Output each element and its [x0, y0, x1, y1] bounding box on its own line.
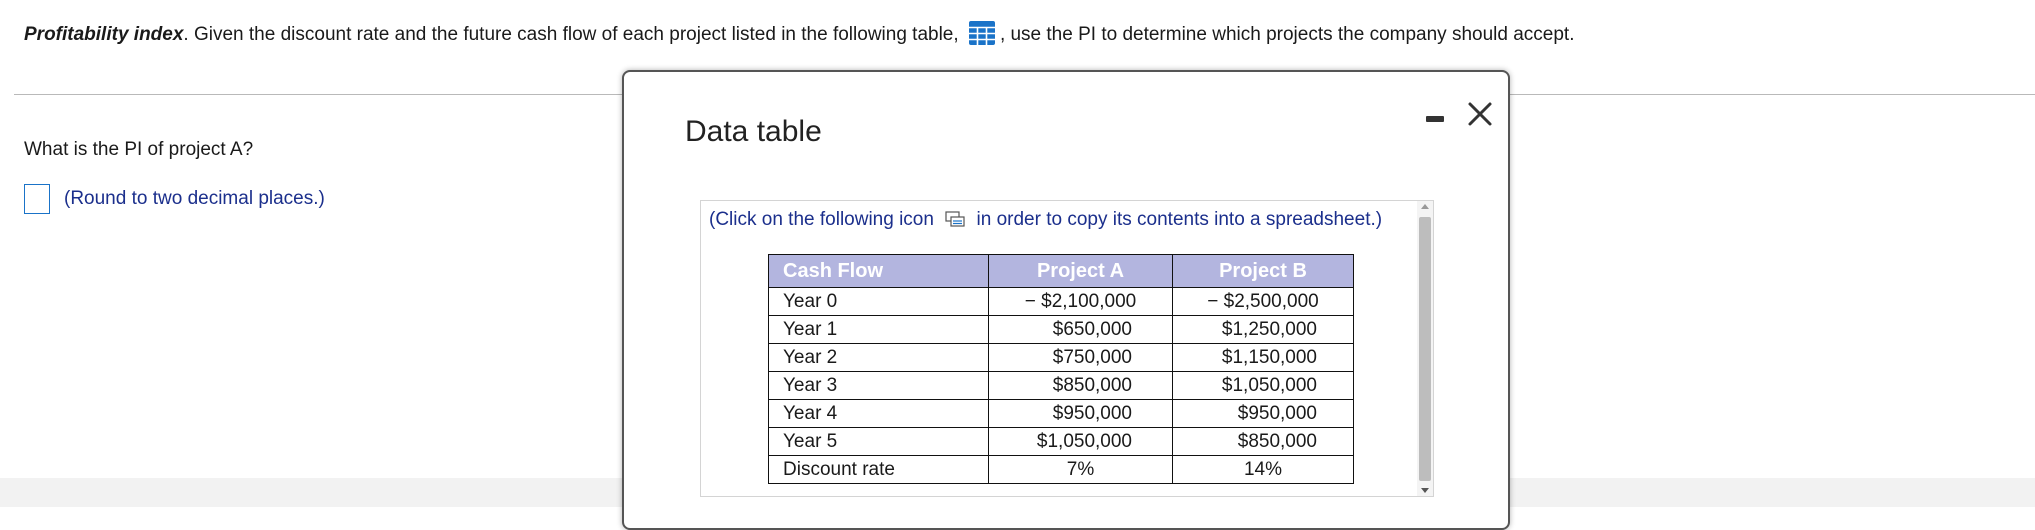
table-cell: 14%: [1172, 455, 1354, 484]
table-header-row: Cash Flow Project A Project B: [768, 254, 1354, 288]
table-row: Discount rate 7% 14%: [768, 455, 1354, 484]
scroll-down-arrow-icon[interactable]: [1421, 488, 1429, 493]
pi-answer-input[interactable]: [24, 184, 50, 214]
close-button[interactable]: [1460, 94, 1500, 134]
table-cell: $950,000: [1172, 399, 1354, 428]
copy-instruction: (Click on the following icon in order to…: [709, 207, 1382, 233]
table-cell: Year 0: [768, 287, 989, 316]
table-cell: − $2,500,000: [1172, 287, 1354, 316]
copy-instruction-part-2: in order to copy its contents into a spr…: [976, 209, 1383, 230]
table-cell: Year 2: [768, 343, 989, 372]
table-cell: $650,000: [988, 315, 1173, 344]
column-header: Cash Flow: [768, 254, 989, 288]
table-grid-icon[interactable]: [968, 20, 996, 46]
table-cell: $950,000: [988, 399, 1173, 428]
copy-spreadsheet-icon[interactable]: [945, 209, 965, 227]
table-cell: $1,250,000: [1172, 315, 1354, 344]
table-cell: $1,050,000: [988, 427, 1173, 456]
table-cell: $1,150,000: [1172, 343, 1354, 372]
question-title: Profitability index: [24, 24, 184, 45]
table-cell: − $2,100,000: [988, 287, 1173, 316]
divider-right: [1510, 94, 2035, 95]
cash-flow-table: Cash Flow Project A Project B Year 0 − $…: [768, 254, 1354, 484]
table-cell: $850,000: [1172, 427, 1354, 456]
table-row: Year 1 $650,000 $1,250,000: [768, 315, 1354, 344]
data-table-dialog: Data table (Click on the following icon …: [622, 70, 1510, 530]
table-cell: Year 4: [768, 399, 989, 428]
question-prompt: What is the PI of project A?: [24, 139, 254, 160]
column-header: Project A: [988, 254, 1173, 288]
question-text-part-2: , use the PI to determine which projects…: [999, 24, 1575, 45]
scroll-thumb[interactable]: [1419, 217, 1431, 481]
close-icon: [1468, 102, 1492, 126]
table-cell: $850,000: [988, 371, 1173, 400]
table-row: Year 0 − $2,100,000 − $2,500,000: [768, 287, 1354, 316]
vertical-scrollbar[interactable]: [1417, 201, 1433, 496]
question-text: Profitability index. Given the discount …: [24, 20, 1574, 48]
table-cell: Year 3: [768, 371, 989, 400]
table-cell: 7%: [988, 455, 1173, 484]
question-text-part-1: . Given the discount rate and the future…: [183, 24, 959, 45]
table-cell: $1,050,000: [1172, 371, 1354, 400]
minimize-icon: [1426, 116, 1444, 122]
table-row: Year 5 $1,050,000 $850,000: [768, 427, 1354, 456]
table-cell: $750,000: [988, 343, 1173, 372]
table-row: Year 2 $750,000 $1,150,000: [768, 343, 1354, 372]
table-cell: Year 1: [768, 315, 989, 344]
minimize-button[interactable]: [1416, 102, 1452, 132]
table-cell: Year 5: [768, 427, 989, 456]
table-row: Year 4 $950,000 $950,000: [768, 399, 1354, 428]
dialog-title: Data table: [685, 115, 822, 148]
scroll-up-arrow-icon[interactable]: [1421, 204, 1429, 209]
rounding-note: (Round to two decimal places.): [64, 188, 325, 209]
table-row: Year 3 $850,000 $1,050,000: [768, 371, 1354, 400]
copy-instruction-part-1: (Click on the following icon: [709, 209, 934, 230]
table-cell: Discount rate: [768, 455, 989, 484]
data-table-panel: (Click on the following icon in order to…: [700, 200, 1434, 497]
divider-left: [14, 94, 624, 95]
column-header: Project B: [1172, 254, 1354, 288]
